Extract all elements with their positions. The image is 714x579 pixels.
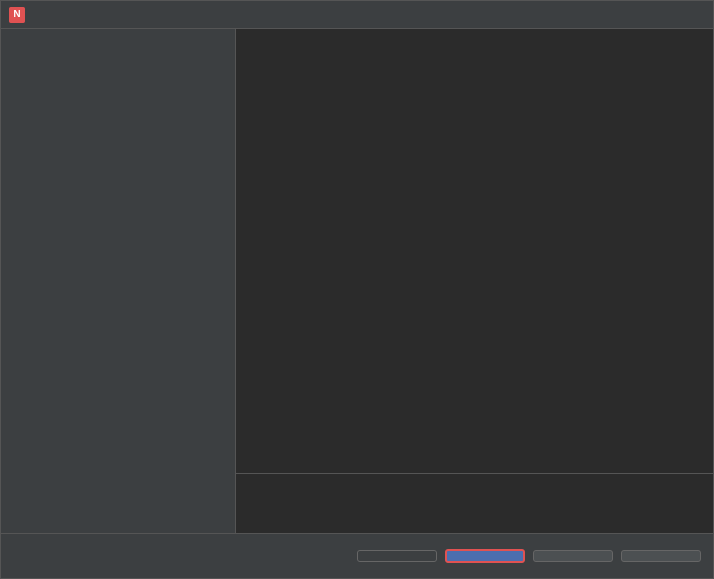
title-bar: N	[1, 1, 713, 29]
new-project-window: N	[0, 0, 714, 579]
title-bar-left: N	[9, 7, 31, 23]
sidebar	[1, 29, 236, 533]
template-list	[236, 29, 713, 473]
help-button[interactable]	[621, 550, 701, 562]
content-area	[1, 29, 713, 533]
app-icon: N	[9, 7, 25, 23]
footer	[1, 533, 713, 578]
previous-button[interactable]	[357, 550, 437, 562]
description-area	[236, 473, 713, 533]
next-button[interactable]	[445, 549, 525, 563]
cancel-button[interactable]	[533, 550, 613, 562]
main-panel	[236, 29, 713, 533]
